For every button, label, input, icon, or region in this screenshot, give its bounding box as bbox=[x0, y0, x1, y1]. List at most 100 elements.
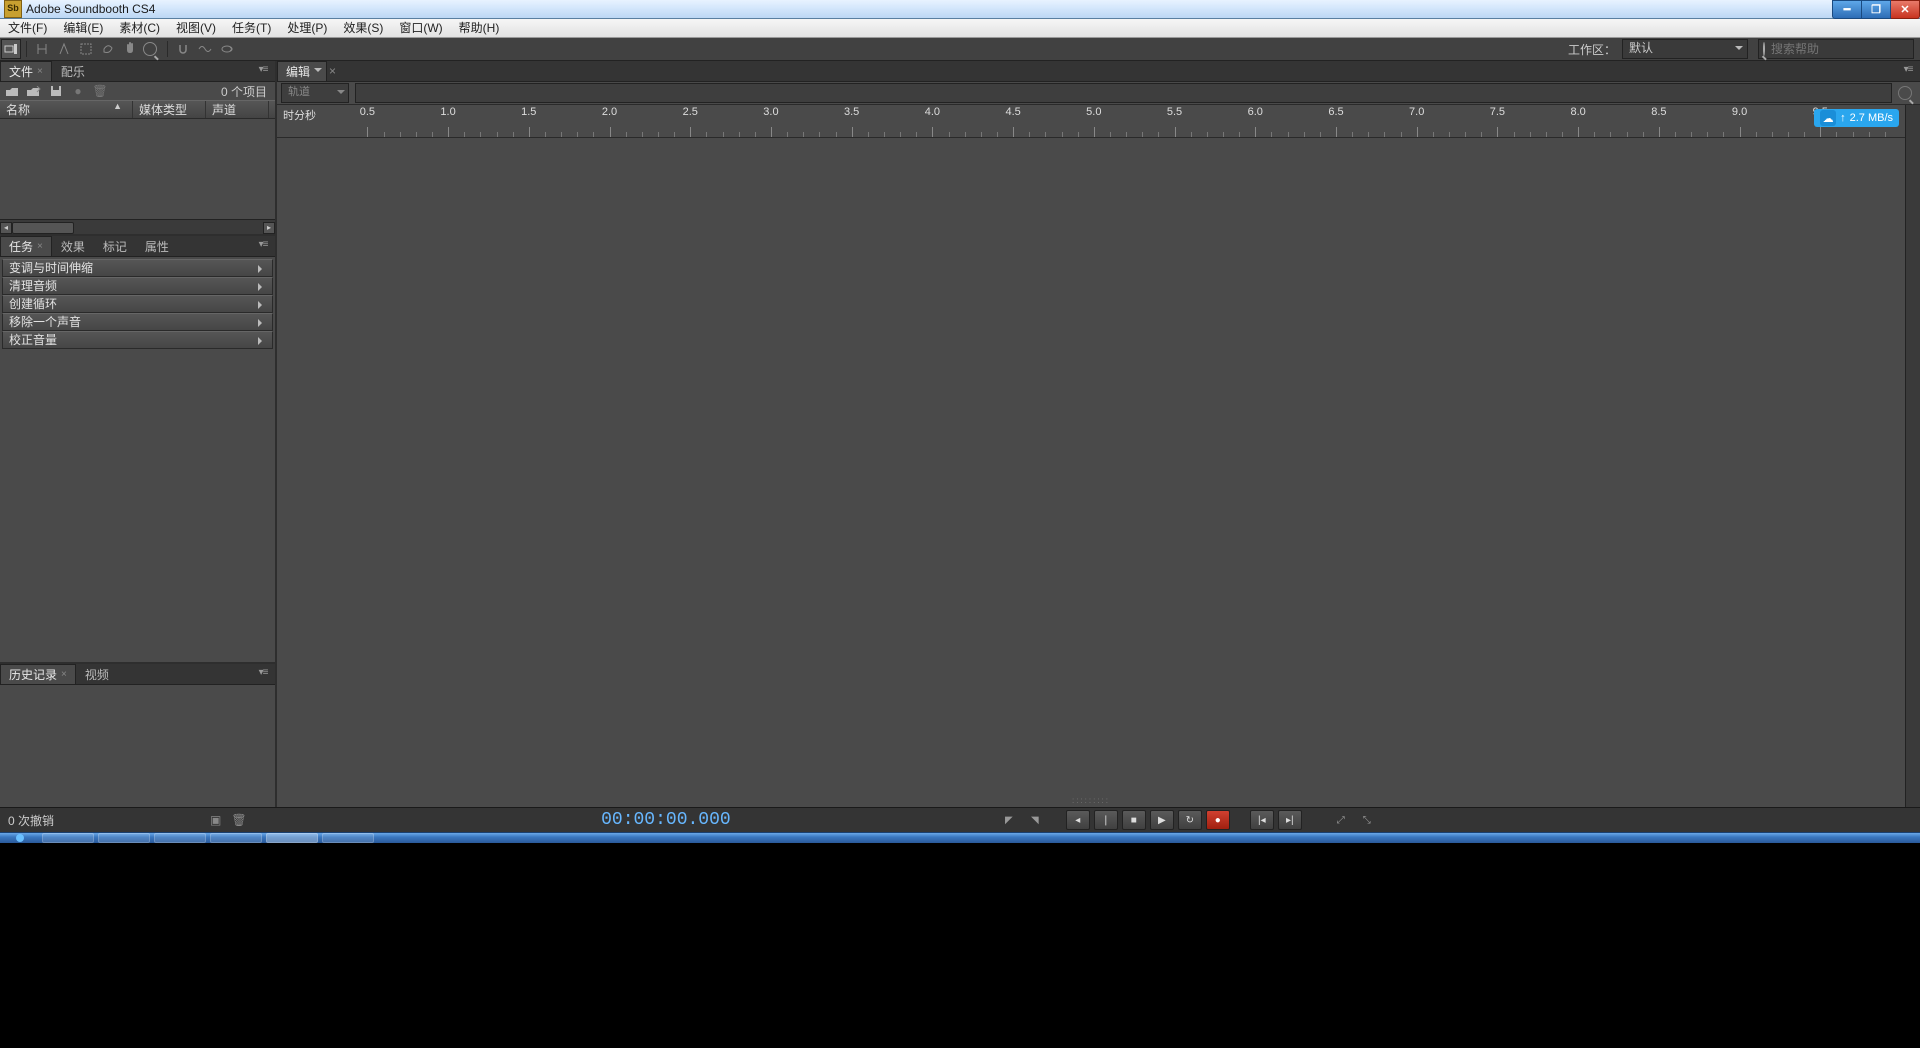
toolbar: 工作区： 默认 bbox=[0, 38, 1920, 61]
panel-menu-icon[interactable]: ▾≡ bbox=[1900, 64, 1916, 76]
editor-vscrollbar[interactable] bbox=[1905, 105, 1920, 807]
ruler-tick-label: 7.0 bbox=[1409, 106, 1424, 118]
ruler-tick-label: 4.5 bbox=[1005, 106, 1020, 118]
panel-menu-icon[interactable]: ▾≡ bbox=[255, 239, 271, 251]
search-help-box[interactable] bbox=[1758, 39, 1914, 59]
task-pitch-time[interactable]: 变调与时间伸缩 bbox=[2, 259, 273, 277]
tab-history[interactable]: 历史记录× bbox=[0, 664, 76, 684]
files-hscrollbar[interactable]: ◂ ▸ bbox=[0, 219, 275, 234]
tool-lasso[interactable] bbox=[98, 39, 118, 59]
go-end-button[interactable]: ▸| bbox=[1278, 810, 1302, 830]
trash-icon[interactable]: 🗑 bbox=[231, 813, 246, 827]
workspace-selector[interactable]: 默认 bbox=[1622, 39, 1748, 59]
tool-snap[interactable] bbox=[173, 39, 193, 59]
taskbar-item[interactable] bbox=[42, 833, 94, 843]
taskbar-item[interactable] bbox=[210, 833, 262, 843]
tool-marquee[interactable] bbox=[76, 39, 96, 59]
windows-taskbar[interactable] bbox=[0, 832, 1920, 843]
zoom-in-icon[interactable]: ⤡ bbox=[1356, 811, 1378, 829]
cloud-icon: ☁ bbox=[1820, 110, 1836, 126]
tab-video[interactable]: 视频 bbox=[76, 664, 118, 684]
menu-process[interactable]: 处理(P) bbox=[279, 19, 335, 37]
ruler-tick-label: 4.0 bbox=[925, 106, 940, 118]
tool-zoom[interactable] bbox=[142, 39, 162, 59]
go-start-button[interactable]: |◂ bbox=[1250, 810, 1274, 830]
save-icon[interactable] bbox=[48, 83, 64, 99]
scroll-right-arrow[interactable]: ▸ bbox=[263, 222, 275, 234]
menu-window[interactable]: 窗口(W) bbox=[391, 19, 450, 37]
ruler-tick-label: 1.5 bbox=[521, 106, 536, 118]
window-titlebar: Sb Adobe Soundbooth CS4 ━ ❐ ✕ bbox=[0, 0, 1920, 19]
window-maximize-button[interactable]: ❐ bbox=[1862, 0, 1891, 19]
menu-edit[interactable]: 编辑(E) bbox=[55, 19, 111, 37]
panel-menu-icon[interactable]: ▾≡ bbox=[255, 64, 271, 76]
menu-help[interactable]: 帮助(H) bbox=[451, 19, 508, 37]
close-icon[interactable]: × bbox=[37, 241, 43, 252]
window-minimize-button[interactable]: ━ bbox=[1832, 0, 1862, 19]
col-name[interactable]: 名称▲ bbox=[0, 101, 133, 118]
resize-grip-icon[interactable]: ::::::::: bbox=[1072, 796, 1110, 805]
frame-back-button[interactable]: ❘ bbox=[1094, 810, 1118, 830]
menu-view[interactable]: 视图(V) bbox=[168, 19, 224, 37]
tool-loop[interactable] bbox=[217, 39, 237, 59]
tab-files[interactable]: 文件× bbox=[0, 61, 52, 81]
close-icon[interactable]: × bbox=[329, 64, 336, 78]
col-channels[interactable]: 声道 bbox=[206, 101, 269, 118]
import-recent-icon[interactable] bbox=[26, 83, 42, 99]
tab-tasks[interactable]: 任务× bbox=[0, 236, 52, 256]
zoom-out-full-icon[interactable]: ⤢ bbox=[1330, 811, 1352, 829]
panel-menu-icon[interactable]: ▾≡ bbox=[255, 667, 271, 679]
record-small-icon[interactable]: ● bbox=[70, 83, 86, 99]
menu-file[interactable]: 文件(F) bbox=[0, 19, 55, 37]
prev-marker-button[interactable]: ◤ bbox=[998, 811, 1020, 829]
tool-time-select[interactable] bbox=[32, 39, 52, 59]
tab-scores[interactable]: 配乐 bbox=[52, 61, 94, 81]
ruler-tick-label: 5.5 bbox=[1167, 106, 1182, 118]
task-fix-volume[interactable]: 校正音量 bbox=[2, 331, 273, 349]
start-button[interactable] bbox=[0, 833, 40, 843]
close-icon[interactable]: × bbox=[37, 66, 43, 77]
tool-freq-select[interactable] bbox=[54, 39, 74, 59]
app-icon: Sb bbox=[4, 0, 22, 18]
waveform-area[interactable]: ::::::::: bbox=[277, 138, 1905, 807]
rewind-button[interactable]: ◂ bbox=[1066, 810, 1090, 830]
window-close-button[interactable]: ✕ bbox=[1891, 0, 1920, 19]
tool-autoheal[interactable] bbox=[195, 39, 215, 59]
scroll-thumb[interactable] bbox=[12, 222, 74, 234]
menu-tasks[interactable]: 任务(T) bbox=[224, 19, 279, 37]
record-button[interactable]: ● bbox=[1206, 810, 1230, 830]
snapshot-icon[interactable]: ▣ bbox=[210, 813, 221, 827]
tool-hand[interactable] bbox=[120, 39, 140, 59]
tool-output[interactable] bbox=[1, 39, 21, 59]
tab-properties[interactable]: 属性 bbox=[136, 236, 178, 256]
loop-button[interactable]: ↻ bbox=[1178, 810, 1202, 830]
network-speed-badge[interactable]: ☁ ↑ 2.7 MB/s bbox=[1814, 109, 1899, 127]
scroll-left-arrow[interactable]: ◂ bbox=[0, 222, 12, 234]
zoom-reset-icon[interactable] bbox=[1898, 84, 1916, 102]
taskbar-item[interactable] bbox=[98, 833, 150, 843]
time-ruler[interactable]: 时分秒 ☁ ↑ 2.7 MB/s 0.51.01.52.02.53.03.54.… bbox=[277, 105, 1905, 138]
menu-clip[interactable]: 素材(C) bbox=[111, 19, 168, 37]
menu-effects[interactable]: 效果(S) bbox=[335, 19, 391, 37]
delete-icon[interactable]: 🗑 bbox=[92, 83, 108, 99]
tab-markers[interactable]: 标记 bbox=[94, 236, 136, 256]
col-media-type[interactable]: 媒体类型 bbox=[133, 101, 206, 118]
search-help-input[interactable] bbox=[1769, 41, 1920, 57]
tab-editor[interactable]: 编辑 bbox=[277, 61, 327, 81]
close-icon[interactable]: × bbox=[61, 669, 67, 680]
timecode-display[interactable]: 00:00:00.000 bbox=[601, 810, 731, 830]
tab-effects[interactable]: 效果 bbox=[52, 236, 94, 256]
stop-button[interactable]: ■ bbox=[1122, 810, 1146, 830]
next-marker-button[interactable]: ◥ bbox=[1024, 811, 1046, 829]
track-selector[interactable]: 轨道 bbox=[281, 83, 349, 103]
task-create-loop[interactable]: 创建循环 bbox=[2, 295, 273, 313]
task-clean-audio[interactable]: 清理音频 bbox=[2, 277, 273, 295]
import-icon[interactable] bbox=[4, 83, 20, 99]
taskbar-item[interactable] bbox=[266, 833, 318, 843]
sort-asc-icon: ▲ bbox=[113, 101, 122, 118]
ruler-tick-label: 2.0 bbox=[602, 106, 617, 118]
task-remove-sound[interactable]: 移除一个声音 bbox=[2, 313, 273, 331]
taskbar-item[interactable] bbox=[322, 833, 374, 843]
taskbar-item[interactable] bbox=[154, 833, 206, 843]
play-button[interactable]: ▶ bbox=[1150, 810, 1174, 830]
